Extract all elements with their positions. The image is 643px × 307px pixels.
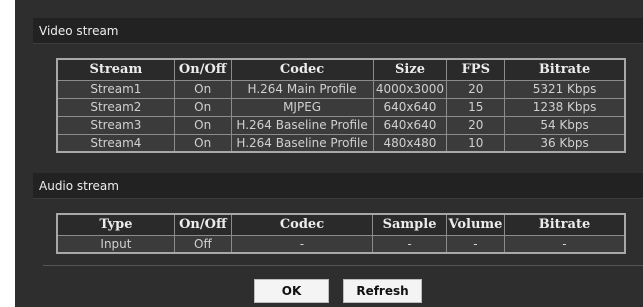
column-header-codec: Codec xyxy=(230,58,374,81)
cell-on-off: On xyxy=(173,97,232,117)
audio-stream-table: Type On/Off Codec Sample Volume Bitrate … xyxy=(56,213,626,254)
cell-fps: 20 xyxy=(446,115,506,135)
column-header-on-off: On/Off xyxy=(173,58,232,81)
cell-stream: Stream1 xyxy=(56,79,175,99)
cell-bitrate: 1238 Kbps xyxy=(504,97,626,117)
column-header-bitrate: Bitrate xyxy=(504,58,626,81)
table-row: Input Off - - - - xyxy=(56,234,626,254)
cell-codec: H.264 Baseline Profile xyxy=(230,133,374,153)
cell-codec: - xyxy=(230,234,374,254)
cell-on-off: On xyxy=(173,79,232,99)
video-stream-header: Video stream xyxy=(33,18,643,44)
column-header-volume: Volume xyxy=(445,213,505,236)
cell-stream: Stream4 xyxy=(56,133,175,153)
cell-volume: - xyxy=(445,234,505,254)
cell-bitrate: 5321 Kbps xyxy=(504,79,626,99)
cell-stream: Stream2 xyxy=(56,97,175,117)
audio-stream-header: Audio stream xyxy=(33,173,643,199)
cell-fps: 20 xyxy=(446,79,506,99)
cell-bitrate: - xyxy=(503,234,626,254)
cell-type: Input xyxy=(56,234,175,254)
table-header-row: Type On/Off Codec Sample Volume Bitrate xyxy=(56,213,626,236)
cell-fps: 10 xyxy=(446,133,506,153)
column-header-bitrate: Bitrate xyxy=(503,213,626,236)
table-row: Stream3 On H.264 Baseline Profile 640x64… xyxy=(56,115,626,135)
cell-bitrate: 36 Kbps xyxy=(504,133,626,153)
table-row: Stream2 On MJPEG 640x640 15 1238 Kbps xyxy=(56,97,626,117)
video-stream-table: Stream On/Off Codec Size FPS Bitrate Str… xyxy=(56,58,626,153)
divider xyxy=(43,265,643,266)
cell-codec: MJPEG xyxy=(230,97,374,117)
cell-sample: - xyxy=(372,234,447,254)
table-header-row: Stream On/Off Codec Size FPS Bitrate xyxy=(56,58,626,81)
stream-info-panel: Video stream Stream On/Off Codec Size FP… xyxy=(15,0,643,307)
cell-bitrate: 54 Kbps xyxy=(504,115,626,135)
column-header-type: Type xyxy=(56,213,175,236)
cell-codec: H.264 Main Profile xyxy=(230,79,374,99)
column-header-stream: Stream xyxy=(56,58,175,81)
cell-codec: H.264 Baseline Profile xyxy=(230,115,374,135)
cell-on-off: On xyxy=(173,115,232,135)
cell-stream: Stream3 xyxy=(56,115,175,135)
cell-on-off: On xyxy=(173,133,232,153)
cell-size: 4000x3000 xyxy=(372,79,448,99)
column-header-on-off: On/Off xyxy=(173,213,232,236)
cell-fps: 15 xyxy=(446,97,506,117)
cell-size: 480x480 xyxy=(372,133,448,153)
cell-on-off: Off xyxy=(173,234,232,254)
column-header-size: Size xyxy=(372,58,448,81)
column-header-fps: FPS xyxy=(446,58,506,81)
column-header-sample: Sample xyxy=(372,213,447,236)
table-row: Stream1 On H.264 Main Profile 4000x3000 … xyxy=(56,79,626,99)
column-header-codec: Codec xyxy=(230,213,374,236)
cell-size: 640x640 xyxy=(372,115,448,135)
ok-button[interactable]: OK xyxy=(254,279,329,303)
table-row: Stream4 On H.264 Baseline Profile 480x48… xyxy=(56,133,626,153)
cell-size: 640x640 xyxy=(372,97,448,117)
refresh-button[interactable]: Refresh xyxy=(343,279,422,303)
